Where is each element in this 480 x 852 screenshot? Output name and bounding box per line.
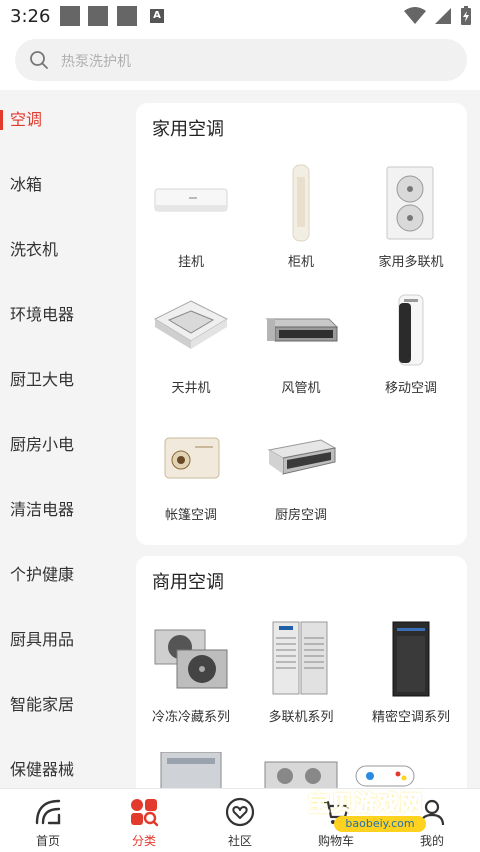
product-label: 柜机 [287,255,314,270]
battery-icon [461,6,471,25]
product-label: 帐篷空调 [164,508,217,523]
product-wall-ac[interactable]: 挂机 [136,163,246,283]
duct-ac-icon [265,318,339,342]
product-label: 挂机 [177,255,204,270]
nav-label: 分类 [131,834,156,848]
watermark-url: baobeiy.com [334,816,426,832]
sidebar-item-ac[interactable]: 空调 [0,100,126,140]
sidebar-item-cookware[interactable]: 厨具用品 [0,620,126,660]
sidebar-item-kitchen-small[interactable]: 厨房小电 [0,425,126,465]
cassette-ac-icon [153,300,229,349]
search-input[interactable]: 热泵洗护机 [15,39,467,81]
section-commercial-ac: 商用空调 冷冻冷藏系列 多联机系列 精密空调系列 [136,556,467,788]
header: 热泵洗护机 [0,34,480,90]
product-label: 风管机 [281,381,321,396]
sidebar-item-environment[interactable]: 环境电器 [0,295,126,335]
nav-label: 首页 [35,834,60,848]
product-label: 冷冻冷藏系列 [151,710,230,725]
search-icon [30,51,48,69]
product-tent-ac[interactable]: 帐篷空调 [136,416,246,536]
nav-category[interactable]: 分类 [96,789,192,852]
watermark-logo: 宝贝游戏网 baobeiy.com [300,760,480,852]
portable-ac-icon [398,294,424,366]
sidebar-item-smart-home[interactable]: 智能家居 [0,685,126,725]
product-label: 移动空调 [384,381,437,396]
notification-icon [60,6,80,26]
product-label: 家用多联机 [378,255,444,270]
product-home-vrf[interactable]: 家用多联机 [356,163,466,283]
status-bar: 3:26 A [0,0,480,34]
sidebar-item-kitchen-bath[interactable]: 厨卫大电 [0,360,126,400]
product-label: 多联机系列 [268,710,334,725]
vrf-unit-icon [272,621,328,695]
product-floor-ac[interactable]: 柜机 [246,163,356,283]
outdoor-unit-icon [386,166,434,240]
category-content: 家用空调 挂机 柜机 家用多联机 天井机 风管机 移动空调 帐篷空调 厨房空调 … [126,90,480,788]
wall-ac-icon [154,188,228,212]
section-household-ac: 家用空调 挂机 柜机 家用多联机 天井机 风管机 移动空调 帐篷空调 厨房空调 [136,103,467,545]
outdoor-unit-icon [160,752,222,788]
product-label: 精密空调系列 [371,710,450,725]
app-badge-icon: A [150,9,164,23]
product-kitchen-ac[interactable]: 厨房空调 [246,416,356,536]
section-title: 家用空调 [152,119,224,140]
condensing-unit-icon [154,629,228,689]
watermark-text: 宝贝游戏网 [307,792,424,818]
product-precision-ac[interactable]: 精密空调系列 [356,618,466,738]
community-icon [225,797,255,827]
notification-icon [88,6,108,26]
sidebar-item-health[interactable]: 保健器械 [0,750,126,788]
sidebar-item-personal-care[interactable]: 个护健康 [0,555,126,595]
product-label: 天井机 [171,381,211,396]
category-sidebar: 空调 冰箱 洗衣机 环境电器 厨卫大电 厨房小电 清洁电器 个护健康 厨具用品 … [0,90,126,788]
product-label: 厨房空调 [274,508,327,523]
product-commercial-partial[interactable] [136,752,246,788]
product-cassette-ac[interactable]: 天井机 [136,289,246,409]
sidebar-item-cleaning[interactable]: 清洁电器 [0,490,126,530]
tent-ac-icon [164,437,220,479]
nav-community[interactable]: 社区 [192,789,288,852]
search-placeholder: 热泵洗护机 [61,54,131,70]
notification-icon [117,6,137,26]
home-icon [35,799,61,825]
product-cold-storage[interactable]: 冷冻冷藏系列 [136,618,246,738]
precision-ac-icon [392,621,430,697]
status-time: 3:26 [10,6,51,27]
product-portable-ac[interactable]: 移动空调 [356,289,466,409]
kitchen-ac-icon [267,439,337,475]
wifi-icon [404,7,426,24]
sidebar-item-fridge[interactable]: 冰箱 [0,165,126,205]
nav-label: 社区 [227,834,252,848]
nav-home[interactable]: 首页 [0,789,96,852]
section-title: 商用空调 [152,572,224,593]
category-icon [131,799,159,827]
floor-ac-icon [292,164,310,242]
product-vrf-series[interactable]: 多联机系列 [246,618,356,738]
signal-icon [435,8,451,24]
sidebar-item-washer[interactable]: 洗衣机 [0,230,126,270]
product-duct-ac[interactable]: 风管机 [246,289,356,409]
